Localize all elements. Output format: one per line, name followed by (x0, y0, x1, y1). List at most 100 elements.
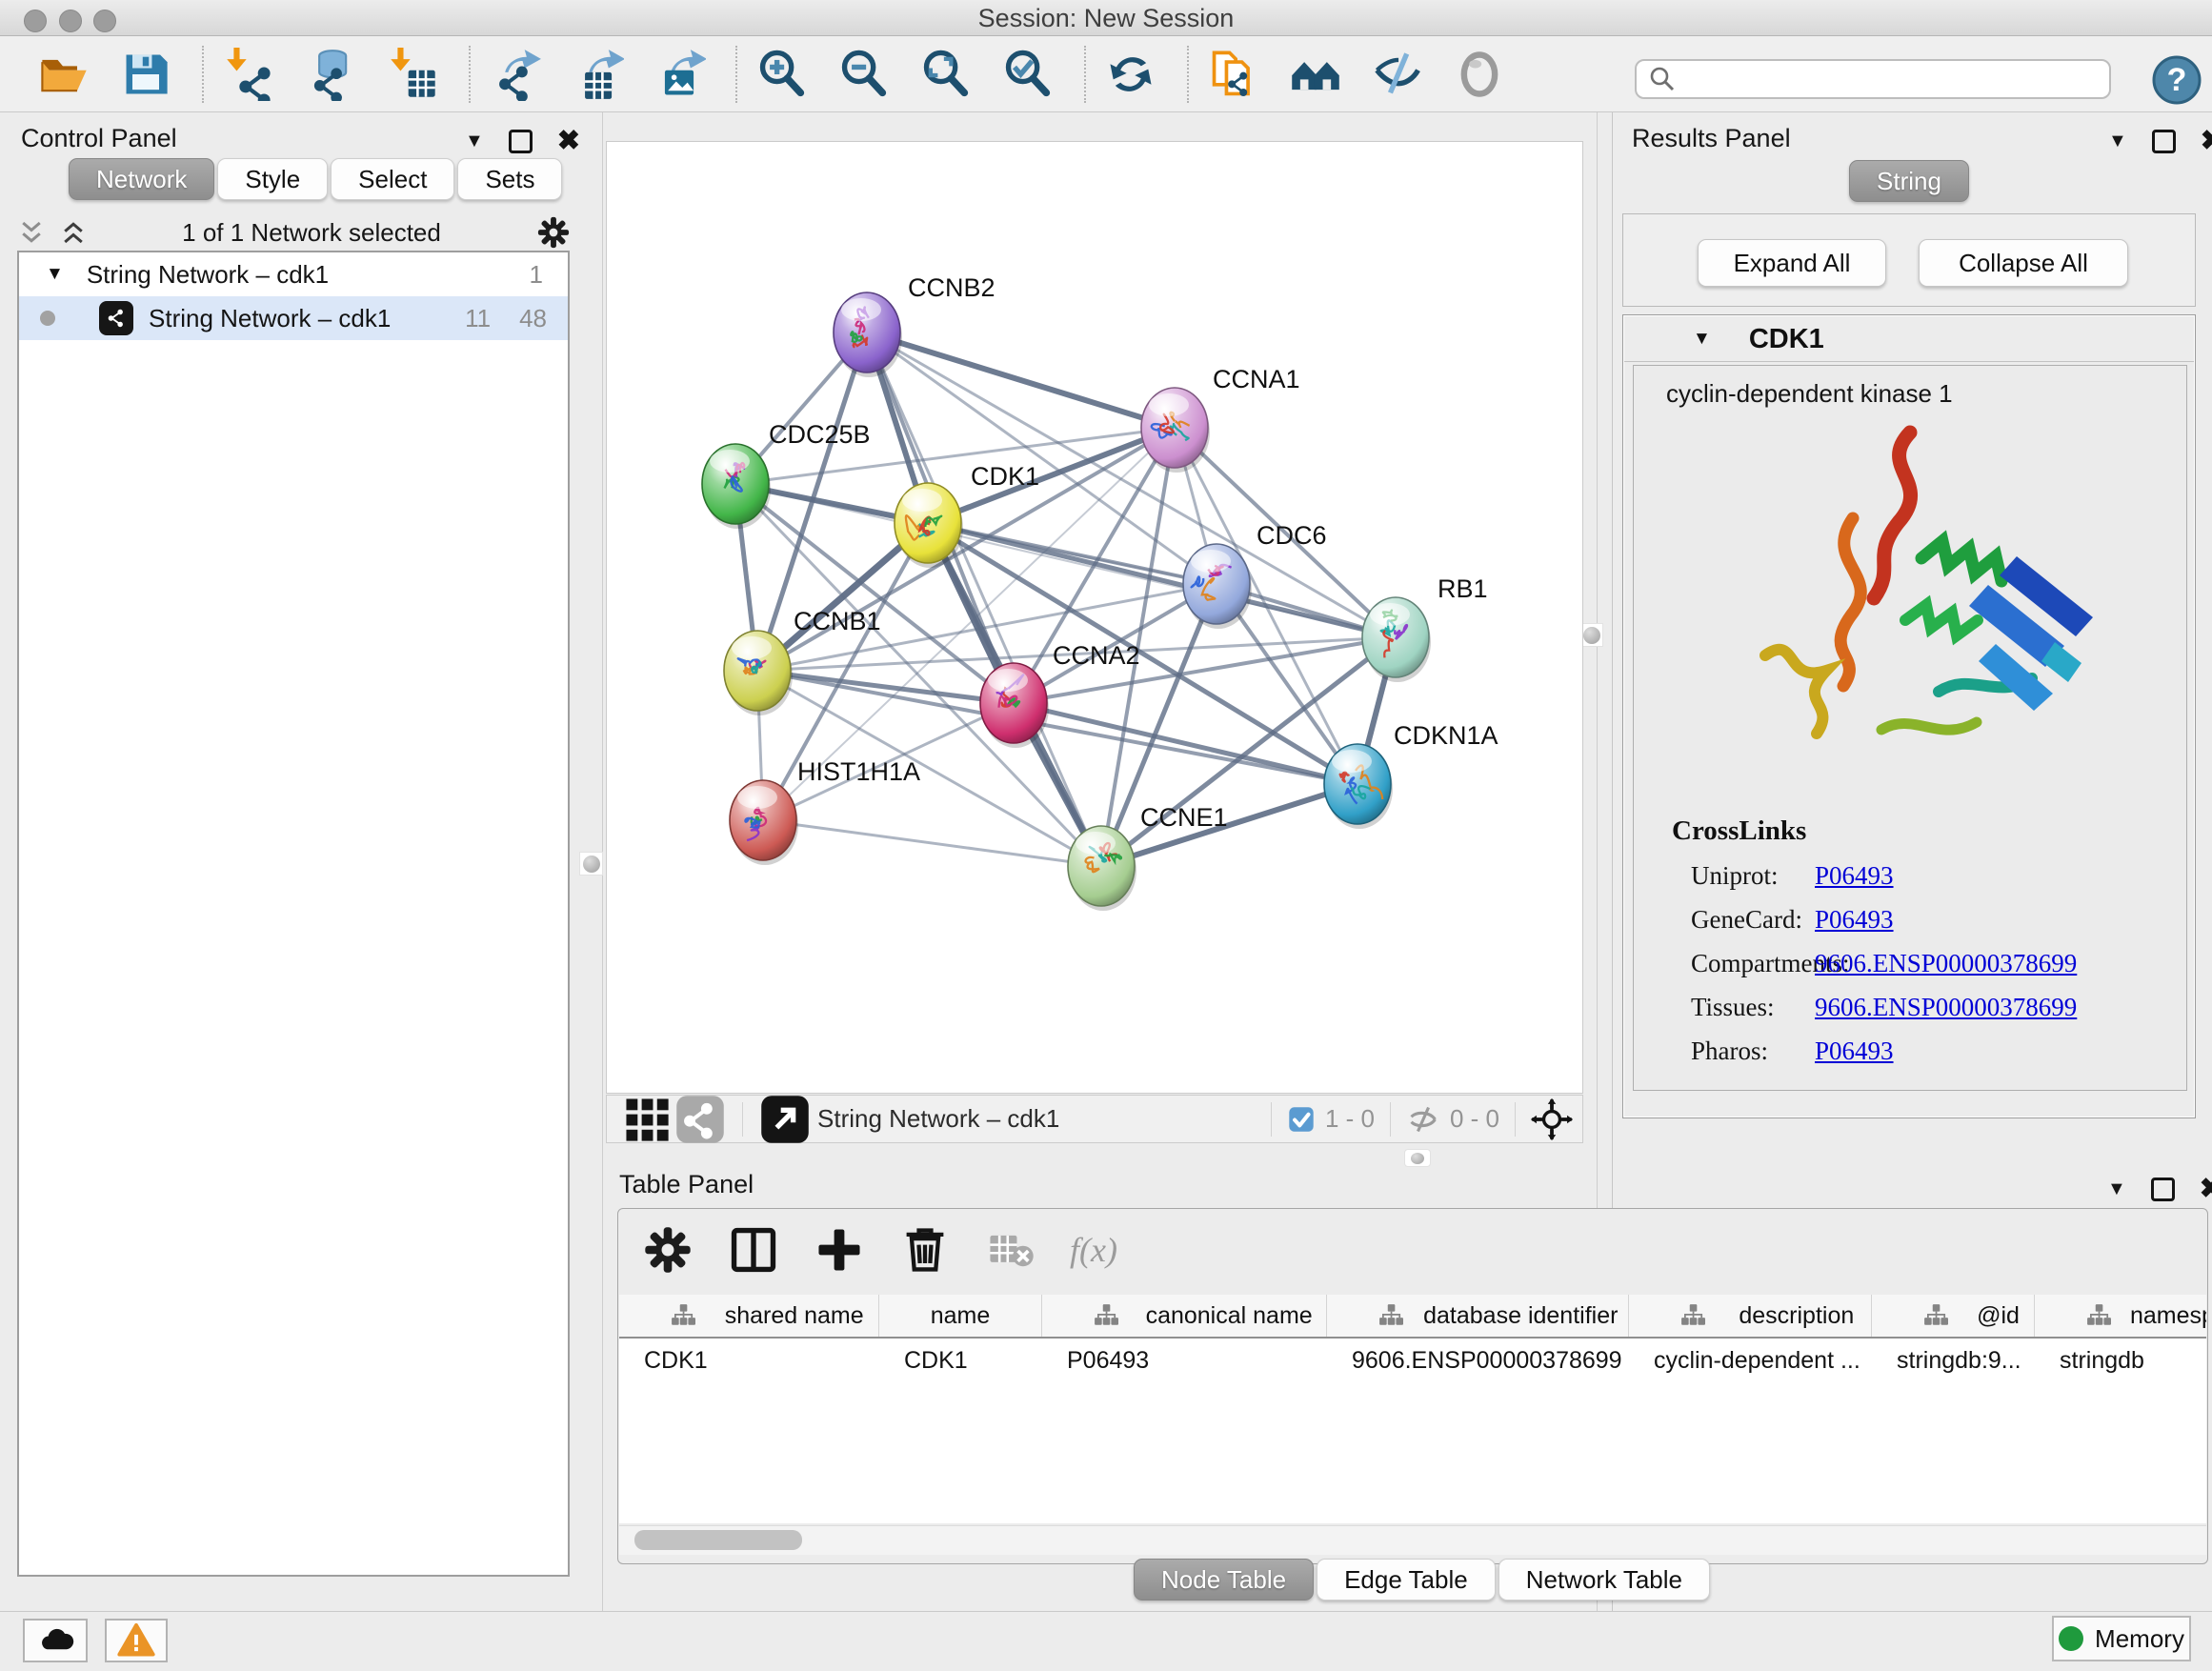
collapse-all-button[interactable]: Collapse All (1919, 239, 2128, 287)
show-all-icon[interactable] (1452, 47, 1507, 102)
network-canvas[interactable]: CCNB2CCNA1CDC25BCDK1CDC6RB1CCNB1CCNA2CDK… (606, 141, 1583, 1094)
open-session-icon[interactable] (36, 47, 91, 102)
network-node-CCNA2[interactable] (980, 663, 1049, 748)
export-network-icon[interactable] (488, 47, 543, 102)
export-table-icon[interactable] (570, 47, 625, 102)
column-header-namespace[interactable]: namespace (2035, 1295, 2206, 1337)
help-button[interactable]: ? (2151, 54, 2202, 106)
zoom-in-icon[interactable] (754, 47, 810, 102)
refresh-icon[interactable] (1103, 47, 1158, 102)
columns-icon[interactable] (727, 1223, 780, 1277)
network-edge (763, 820, 1101, 866)
tab-style[interactable]: Style (217, 158, 328, 200)
entry-expand-icon[interactable]: ▼ (1693, 329, 1711, 350)
collapse-panel-icon[interactable]: ▼ (2108, 131, 2127, 152)
network-node-CCNE1[interactable] (1068, 826, 1136, 911)
network-from-selection-icon[interactable] (1206, 47, 1261, 102)
float-panel-icon[interactable] (2152, 130, 2176, 153)
tab-network-table[interactable]: Network Table (1498, 1559, 1710, 1601)
float-panel-icon[interactable] (509, 130, 533, 153)
crosslink-link[interactable]: 9606.ENSP00000378699 (1815, 949, 2077, 978)
tab-network[interactable]: Network (69, 158, 214, 200)
table-gear-icon[interactable] (641, 1223, 694, 1277)
import-database-icon[interactable] (303, 47, 358, 102)
share-gray-icon[interactable] (674, 1093, 727, 1146)
selected-checkbox-icon[interactable] (1287, 1105, 1316, 1134)
delete-column-icon[interactable] (898, 1223, 952, 1277)
hidden-eye-icon[interactable] (1406, 1102, 1440, 1137)
import-network-icon[interactable] (221, 47, 276, 102)
export-image-icon[interactable] (652, 47, 707, 102)
collapse-panel-icon[interactable]: ▼ (465, 131, 484, 152)
tab-string[interactable]: String (1849, 160, 1969, 202)
gear-icon[interactable] (535, 214, 572, 251)
crosslink-link[interactable]: P06493 (1815, 861, 1894, 891)
table-cell[interactable]: CDK1 (879, 1339, 1042, 1382)
column-header-canonical-name[interactable]: canonical name (1042, 1295, 1327, 1337)
warning-button[interactable] (105, 1619, 168, 1662)
table-hscrollbar-thumb[interactable] (634, 1530, 802, 1550)
crosslinks-list: Uniprot:P06493GeneCard:P06493Compartment… (1691, 854, 2167, 1073)
column-header-id[interactable]: @id (1872, 1295, 2035, 1337)
network-node-CCNB2[interactable] (834, 292, 902, 377)
zoom-fit-icon[interactable] (918, 47, 974, 102)
expand-all-button[interactable]: Expand All (1698, 239, 1886, 287)
table-cell[interactable]: cyclin-dependent ... (1629, 1339, 1872, 1382)
network-node-CDK1[interactable] (895, 483, 963, 568)
network-node-CDC6[interactable] (1183, 544, 1252, 629)
import-table-icon[interactable] (385, 47, 440, 102)
close-panel-icon[interactable]: ✖ (2200, 1176, 2212, 1203)
column-header-description[interactable]: description (1629, 1295, 1872, 1337)
results-panel-controls: ▼ ✖ (2108, 128, 2212, 155)
table-cell[interactable]: stringdb:9... (1872, 1339, 2035, 1382)
close-panel-icon[interactable]: ✖ (2201, 128, 2212, 155)
network-node-HIST1H1A[interactable] (730, 780, 798, 865)
expand-all-icon[interactable] (59, 218, 88, 247)
network-node-CCNA1[interactable] (1141, 388, 1210, 473)
table-cell[interactable]: 9606.ENSP00000378699 (1327, 1339, 1629, 1382)
cloud-button[interactable] (23, 1619, 88, 1662)
crosslink-link[interactable]: P06493 (1815, 1037, 1894, 1066)
table-hscrollbar[interactable] (619, 1525, 2206, 1555)
float-panel-icon[interactable] (2151, 1178, 2175, 1201)
network-node-CCNB1[interactable] (724, 631, 793, 715)
tab-node-table[interactable]: Node Table (1134, 1559, 1314, 1601)
birdseye-icon[interactable] (758, 1093, 812, 1146)
table-cell[interactable]: CDK1 (619, 1339, 879, 1382)
tab-sets[interactable]: Sets (457, 158, 562, 200)
tree-expand-icon[interactable]: ▼ (46, 264, 64, 285)
tab-edge-table[interactable]: Edge Table (1317, 1559, 1496, 1601)
network-row[interactable]: String Network – cdk1 11 48 (19, 296, 568, 340)
add-column-icon[interactable] (813, 1223, 866, 1277)
entry-header[interactable]: ▼ CDK1 (1624, 317, 2194, 362)
tab-select[interactable]: Select (331, 158, 454, 200)
grid-icon[interactable] (620, 1093, 674, 1146)
column-header-database-identifier[interactable]: database identifier (1327, 1295, 1629, 1337)
zoom-out-icon[interactable] (836, 47, 892, 102)
left-splitter-grip[interactable] (579, 852, 603, 876)
bottom-splitter-grip[interactable] (1404, 1149, 1431, 1167)
collapse-all-icon[interactable] (17, 218, 46, 247)
memory-button[interactable]: Memory (2052, 1616, 2191, 1661)
attribute-type-icon (1893, 1303, 1958, 1328)
column-header-shared-name[interactable]: shared name (619, 1295, 879, 1337)
network-svg[interactable]: CCNB2CCNA1CDC25BCDK1CDC6RB1CCNB1CCNA2CDK… (607, 142, 1582, 1093)
home-double-icon[interactable] (1288, 47, 1343, 102)
network-collection-row[interactable]: ▼ String Network – cdk1 1 (19, 252, 568, 296)
hide-selected-icon[interactable] (1370, 47, 1425, 102)
network-node-CDKN1A[interactable] (1324, 744, 1393, 829)
close-panel-icon[interactable]: ✖ (557, 128, 580, 155)
table-cell[interactable]: P06493 (1042, 1339, 1327, 1382)
node-label-RB1: RB1 (1438, 574, 1488, 603)
save-session-icon[interactable] (118, 47, 173, 102)
table-cell[interactable]: stringdb (2035, 1339, 2206, 1382)
column-header-name[interactable]: name (879, 1295, 1042, 1337)
crosslink-link[interactable]: P06493 (1815, 905, 1894, 935)
search-input[interactable] (1686, 65, 2090, 93)
network-node-RB1[interactable] (1362, 597, 1431, 682)
crosslink-link[interactable]: 9606.ENSP00000378699 (1815, 993, 2077, 1022)
collapse-panel-icon[interactable]: ▼ (2107, 1178, 2126, 1200)
zoom-selected-icon[interactable] (1000, 47, 1056, 102)
network-node-CDC25B[interactable] (702, 444, 771, 529)
fit-content-icon[interactable] (1531, 1098, 1573, 1140)
